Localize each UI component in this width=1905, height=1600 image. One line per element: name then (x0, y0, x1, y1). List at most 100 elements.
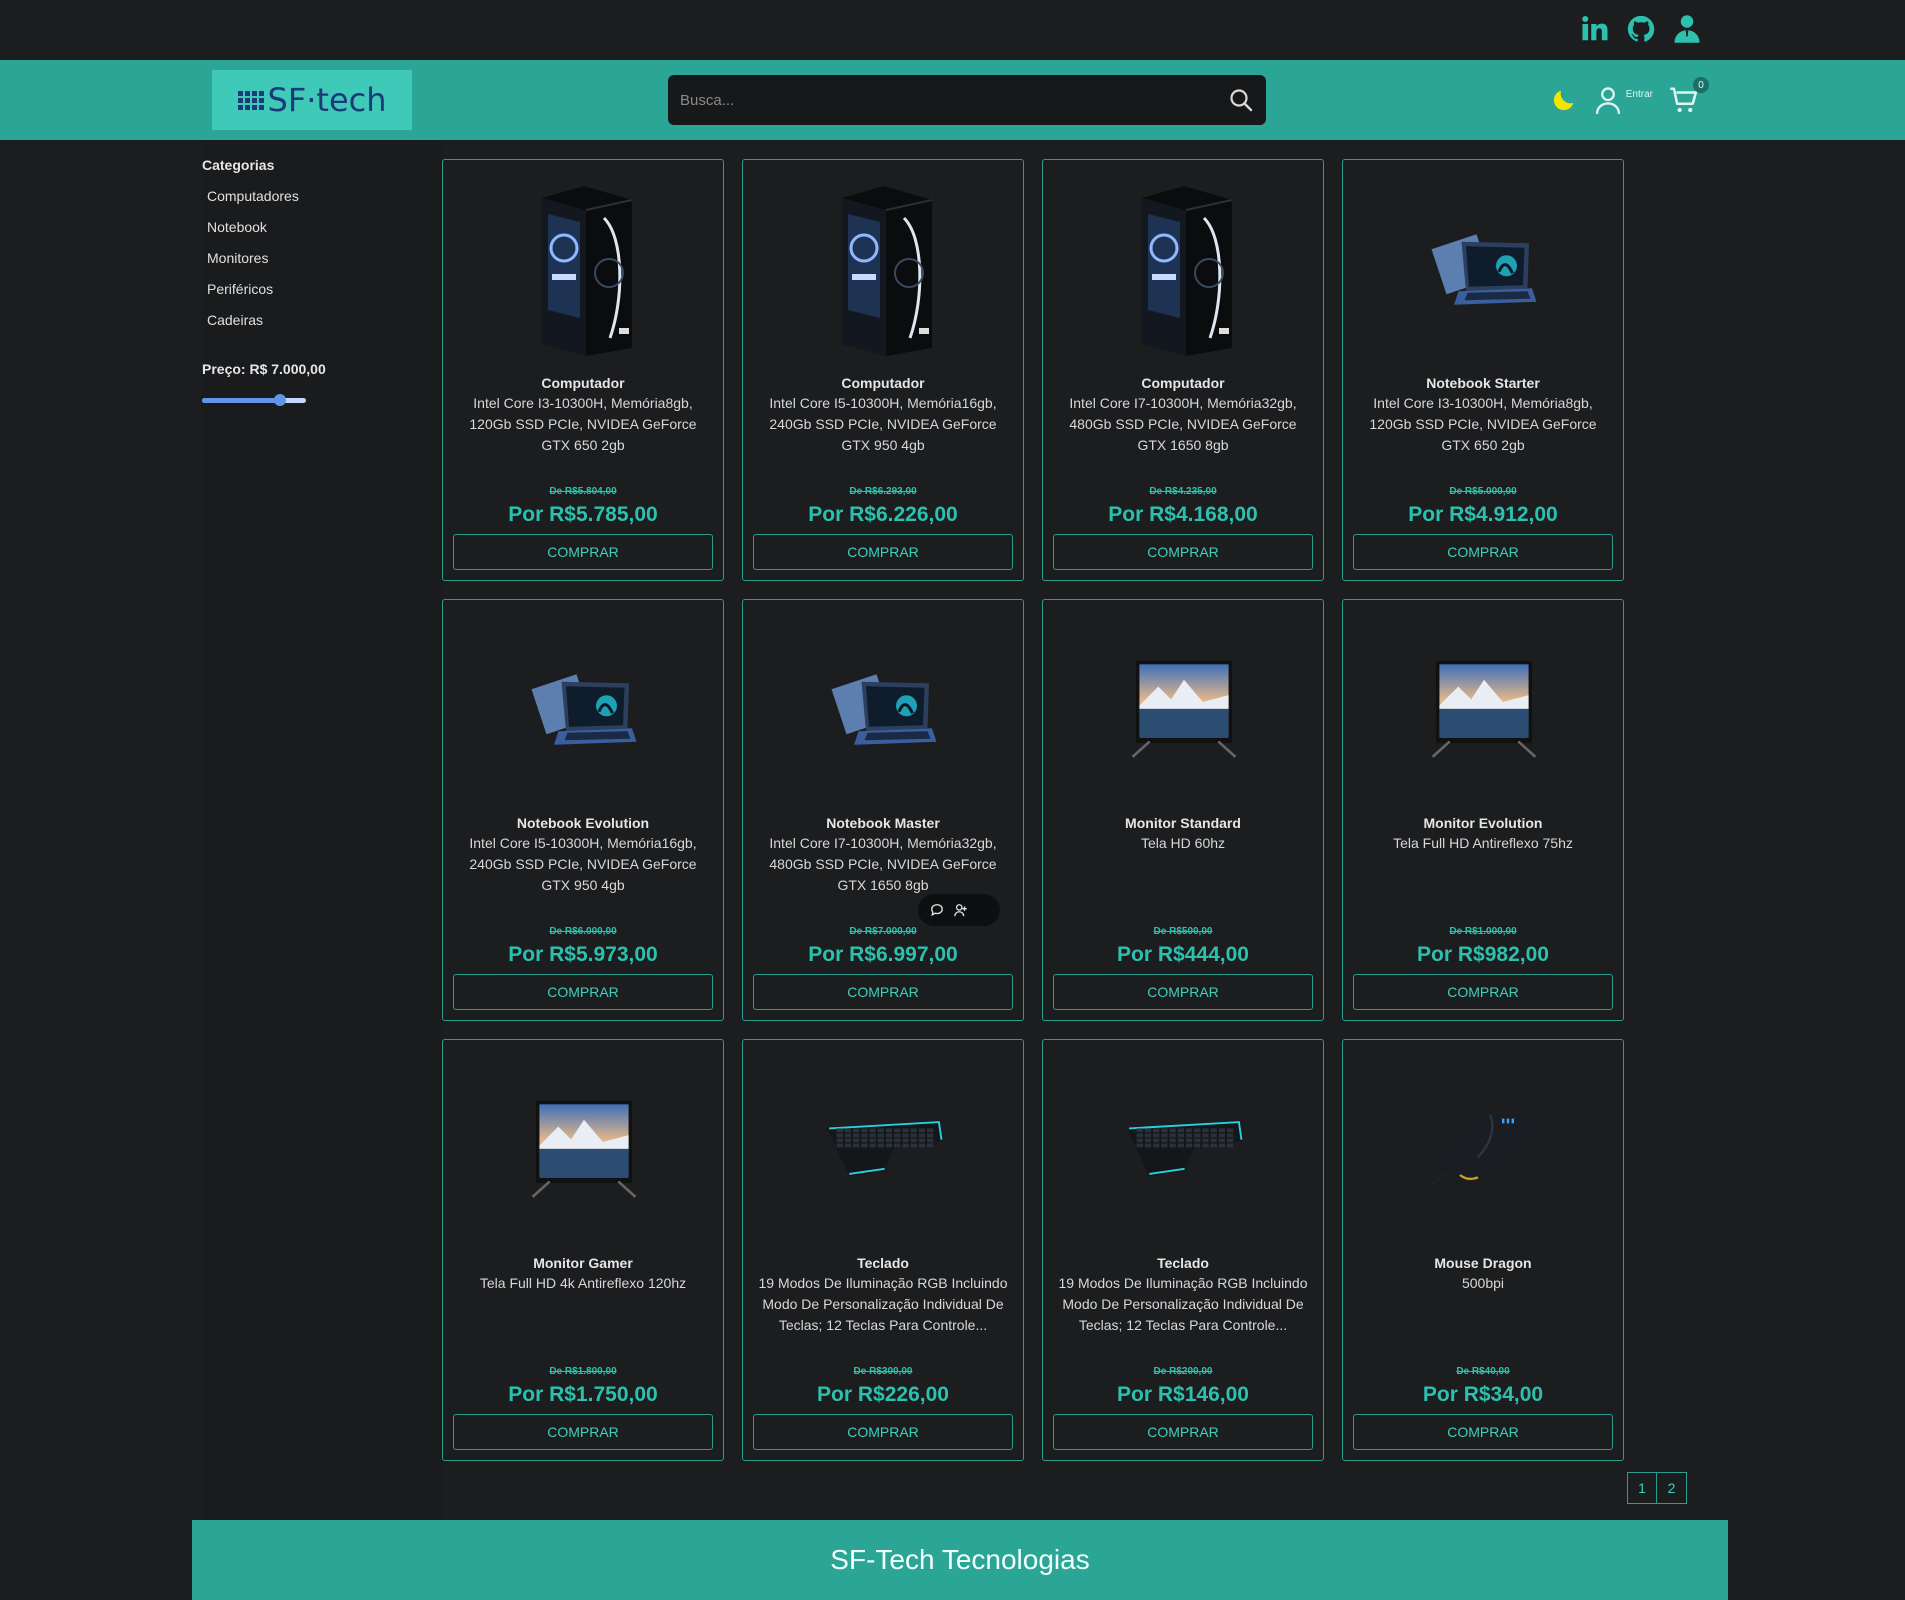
product-description: Intel Core I5-10300H, Memória16gb, 240Gb… (469, 835, 697, 893)
product-description: Intel Core I7-10300H, Memória32gb, 480Gb… (769, 835, 997, 893)
product-card[interactable]: Monitor Evolution Tela Full HD Antireflex… (1342, 599, 1624, 1021)
buy-button[interactable]: COMPRAR (1353, 974, 1613, 1010)
github-icon[interactable] (1625, 12, 1657, 46)
product-name[interactable]: Mouse Dragon (1351, 1255, 1615, 1271)
product-description: Tela Full HD Antireflexo 75hz (1393, 835, 1573, 851)
product-image[interactable] (824, 1058, 944, 1238)
product-name[interactable]: Notebook Starter (1351, 375, 1615, 391)
category-item-computadores[interactable]: Computadores (207, 181, 442, 212)
product-image[interactable] (1124, 178, 1244, 358)
product-card[interactable]: Computador Intel Core I7-10300H, Memória3… (1042, 159, 1324, 581)
product-old-price: De R$200,00 (1153, 1366, 1213, 1377)
portfolio-icon[interactable] (1671, 12, 1703, 46)
logo[interactable]: SF·tech (212, 70, 412, 130)
category-item-monitores[interactable]: Monitores (207, 243, 442, 274)
category-item-notebook[interactable]: Notebook (207, 212, 442, 243)
search-bar (668, 75, 1266, 125)
login-button[interactable]: Entrar (1594, 85, 1653, 115)
product-image[interactable] (1124, 618, 1244, 798)
product-name[interactable]: Monitor Evolution (1351, 815, 1615, 831)
buy-button[interactable]: COMPRAR (1053, 974, 1313, 1010)
product-card[interactable]: Computador Intel Core I3-10300H, Memória8… (442, 159, 724, 581)
product-price: Por R$146,00 (1117, 1383, 1249, 1406)
buy-button[interactable]: COMPRAR (1053, 1414, 1313, 1450)
product-price: Por R$6.997,00 (808, 943, 958, 966)
buy-button[interactable]: COMPRAR (1353, 534, 1613, 570)
product-image[interactable] (524, 1058, 644, 1238)
product-old-price: De R$1.800,00 (549, 1366, 617, 1377)
category-item-cadeiras[interactable]: Cadeiras (207, 305, 442, 336)
product-card[interactable]: Computador Intel Core I5-10300H, Memória1… (742, 159, 1024, 581)
category-item-perifericos[interactable]: Periféricos (207, 274, 442, 305)
product-old-price: De R$500,00 (1153, 926, 1213, 937)
product-description: 19 Modos De Iluminação RGB Incluindo Mod… (758, 1275, 1008, 1333)
product-card[interactable]: Notebook Master Intel Core I7-10300H, Mem… (742, 599, 1024, 1021)
product-card[interactable]: Monitor Standard Tela HD 60hz De R$500,00 P… (1042, 599, 1324, 1021)
product-description: 19 Modos De Iluminação RGB Incluindo Mod… (1058, 1275, 1308, 1333)
pagination: 1 2 (1627, 1472, 1687, 1504)
categories-title: Categorias (202, 157, 275, 173)
page-button-1[interactable]: 1 (1627, 1472, 1657, 1504)
product-description: Intel Core I3-10300H, Memória8gb, 120Gb … (469, 395, 697, 453)
product-name[interactable]: Computador (451, 375, 715, 391)
search-icon[interactable] (1216, 88, 1266, 112)
linkedin-icon[interactable] (1579, 12, 1611, 46)
page-button-2[interactable]: 2 (1657, 1472, 1687, 1504)
product-price: Por R$444,00 (1117, 943, 1249, 966)
product-description: Intel Core I7-10300H, Memória32gb, 480Gb… (1069, 395, 1297, 453)
cart-button[interactable]: 0 (1669, 77, 1709, 117)
product-card[interactable]: Notebook Starter Intel Core I3-10300H, Me… (1342, 159, 1624, 581)
add-user-icon (954, 904, 967, 917)
product-price: Por R$5.785,00 (508, 503, 658, 526)
category-list: Computadores Notebook Monitores Periféri… (202, 181, 442, 336)
product-name[interactable]: Teclado (751, 1255, 1015, 1271)
product-image[interactable] (824, 618, 944, 798)
product-name[interactable]: Computador (1051, 375, 1315, 391)
product-price: Por R$5.973,00 (508, 943, 658, 966)
product-card[interactable]: Mouse Dragon 500bpi De R$40,00 Por R$34,00 C… (1342, 1039, 1624, 1461)
main-header: SF·tech Entrar 0 (0, 60, 1905, 140)
product-old-price: De R$1.000,00 (1449, 926, 1517, 937)
product-image[interactable] (1424, 618, 1544, 798)
product-description: Tela Full HD 4k Antireflexo 120hz (479, 1275, 687, 1291)
product-name[interactable]: Notebook Evolution (451, 815, 715, 831)
product-name[interactable]: Teclado (1051, 1255, 1315, 1271)
product-name[interactable]: Computador (751, 375, 1015, 391)
buy-button[interactable]: COMPRAR (753, 534, 1013, 570)
product-card[interactable]: Monitor Gamer Tela Full HD 4k Antireflexo… (442, 1039, 724, 1461)
buy-button[interactable]: COMPRAR (1353, 1414, 1613, 1450)
product-name[interactable]: Monitor Gamer (451, 1255, 715, 1271)
footer-text: SF-Tech Tecnologias (830, 1544, 1090, 1575)
moon-icon[interactable] (1550, 86, 1578, 114)
product-old-price: De R$5.804,00 (549, 486, 617, 497)
product-old-price: De R$6.293,00 (849, 486, 917, 497)
product-name[interactable]: Monitor Standard (1051, 815, 1315, 831)
product-old-price: De R$7.000,00 (849, 926, 917, 937)
search-input[interactable] (668, 91, 1216, 109)
product-image[interactable] (524, 618, 644, 798)
product-name[interactable]: Notebook Master (751, 815, 1015, 831)
buy-button[interactable]: COMPRAR (1053, 534, 1313, 570)
product-card[interactable]: Teclado 19 Modos De Iluminação RGB Inclui… (742, 1039, 1024, 1461)
product-old-price: De R$40,00 (1456, 1366, 1510, 1377)
price-slider[interactable] (202, 394, 306, 406)
buy-button[interactable]: COMPRAR (453, 1414, 713, 1450)
buy-button[interactable]: COMPRAR (753, 974, 1013, 1010)
product-card[interactable]: Notebook Evolution Intel Core I5-10300H, … (442, 599, 724, 1021)
floating-chat-widget[interactable] (918, 894, 1000, 926)
product-image[interactable] (1124, 1058, 1244, 1238)
product-image[interactable] (1424, 178, 1544, 358)
product-old-price: De R$6.000,00 (549, 926, 617, 937)
price-slider-thumb[interactable] (274, 394, 286, 406)
product-image[interactable] (824, 178, 944, 358)
product-image[interactable] (1424, 1058, 1544, 1238)
product-image[interactable] (524, 178, 644, 358)
product-card[interactable]: Teclado 19 Modos De Iluminação RGB Inclui… (1042, 1039, 1324, 1461)
buy-button[interactable]: COMPRAR (453, 534, 713, 570)
chat-bubble-icon (931, 904, 943, 917)
price-slider-fill (202, 398, 280, 403)
buy-button[interactable]: COMPRAR (453, 974, 713, 1010)
buy-button[interactable]: COMPRAR (753, 1414, 1013, 1450)
product-grid: Computador Intel Core I3-10300H, Memória8… (442, 159, 1624, 1461)
social-links (1579, 12, 1703, 46)
